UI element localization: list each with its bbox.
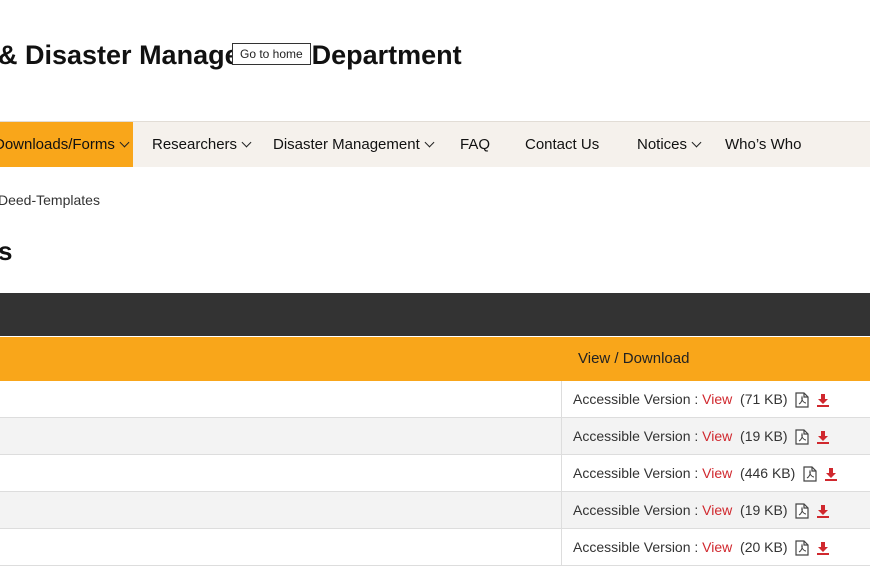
view-link[interactable]: View bbox=[702, 539, 732, 555]
accessible-version-label: Accessible Version : bbox=[573, 465, 703, 481]
download-icon[interactable] bbox=[824, 467, 838, 482]
view-link[interactable]: View bbox=[702, 502, 732, 518]
breadcrumb: Deed-Templates bbox=[0, 192, 100, 208]
download-icon[interactable] bbox=[816, 430, 830, 445]
download-cell: Accessible Version : View (19 KB) bbox=[573, 492, 830, 529]
view-link[interactable]: View bbox=[702, 391, 732, 407]
nav-item-disaster-management[interactable]: Disaster Management bbox=[273, 122, 435, 167]
chevron-down-icon bbox=[119, 137, 130, 148]
nav-label: Researchers bbox=[152, 136, 238, 153]
nav-item-researchers[interactable]: Researchers bbox=[152, 122, 252, 167]
column-divider bbox=[561, 455, 562, 491]
file-size: (71 KB) bbox=[740, 391, 788, 407]
accessible-version-label: Accessible Version : bbox=[573, 391, 703, 407]
column-divider bbox=[561, 492, 562, 528]
accessible-version-label: Accessible Version : bbox=[573, 502, 703, 518]
table-row: Accessible Version : View (19 KB) bbox=[0, 418, 870, 455]
nav-label: Who’s Who bbox=[725, 136, 802, 153]
column-divider bbox=[561, 381, 562, 417]
download-cell: Accessible Version : View (446 KB) bbox=[573, 455, 838, 492]
nav-label: Notices bbox=[637, 136, 688, 153]
file-size: (20 KB) bbox=[740, 539, 788, 555]
table-row: Accessible Version : View (446 KB) bbox=[0, 455, 870, 492]
table-header-row: View / Download bbox=[0, 337, 870, 381]
column-divider bbox=[561, 418, 562, 454]
download-cell: Accessible Version : View (20 KB) bbox=[573, 529, 830, 566]
table-row: Accessible Version : View (20 KB) bbox=[0, 529, 870, 566]
chevron-down-icon bbox=[424, 137, 435, 148]
pdf-file-icon[interactable] bbox=[803, 466, 817, 482]
nav-item-downloads-forms[interactable]: Downloads/Forms bbox=[0, 122, 133, 167]
pdf-file-icon[interactable] bbox=[795, 392, 810, 408]
chevron-down-icon bbox=[691, 137, 702, 148]
column-divider bbox=[561, 529, 562, 565]
accessible-version-label: Accessible Version : bbox=[573, 539, 703, 555]
pdf-file-icon[interactable] bbox=[795, 503, 810, 519]
download-cell: Accessible Version : View (19 KB) bbox=[573, 418, 830, 455]
table-row: Accessible Version : View (19 KB) bbox=[0, 492, 870, 529]
chevron-down-icon bbox=[241, 137, 252, 148]
nav-item-faq[interactable]: FAQ bbox=[460, 122, 490, 167]
table-caption-bar bbox=[0, 293, 870, 336]
download-icon[interactable] bbox=[816, 504, 830, 519]
site-title-link[interactable]: & Disaster Management Department bbox=[0, 40, 462, 71]
download-cell: Accessible Version : View (71 KB) bbox=[573, 381, 830, 418]
page-title: s bbox=[0, 236, 13, 266]
file-size: (446 KB) bbox=[740, 465, 796, 481]
column-header-view-download: View / Download bbox=[578, 350, 690, 367]
nav-label: Disaster Management bbox=[273, 136, 420, 153]
nav-item-notices[interactable]: Notices bbox=[637, 122, 702, 167]
nav-label: FAQ bbox=[460, 136, 491, 153]
nav-item-contact-us[interactable]: Contact Us bbox=[525, 122, 599, 167]
table-body: Accessible Version : View (71 KB) Access… bbox=[0, 381, 870, 566]
pdf-file-icon[interactable] bbox=[795, 429, 810, 445]
pdf-file-icon[interactable] bbox=[795, 540, 810, 556]
main-nav: Downloads/Forms Researchers Disaster Man… bbox=[0, 121, 870, 167]
download-icon[interactable] bbox=[816, 393, 830, 408]
go-to-home-tooltip: Go to home bbox=[232, 43, 311, 65]
nav-item-whos-who[interactable]: Who’s Who bbox=[725, 122, 801, 167]
nav-label: Contact Us bbox=[525, 136, 600, 153]
accessible-version-label: Accessible Version : bbox=[573, 428, 703, 444]
table-row: Accessible Version : View (71 KB) bbox=[0, 381, 870, 418]
view-link[interactable]: View bbox=[702, 428, 732, 444]
nav-label: Downloads/Forms bbox=[0, 136, 115, 153]
download-icon[interactable] bbox=[816, 541, 830, 556]
file-size: (19 KB) bbox=[740, 502, 788, 518]
view-link[interactable]: View bbox=[702, 465, 732, 481]
file-size: (19 KB) bbox=[740, 428, 788, 444]
